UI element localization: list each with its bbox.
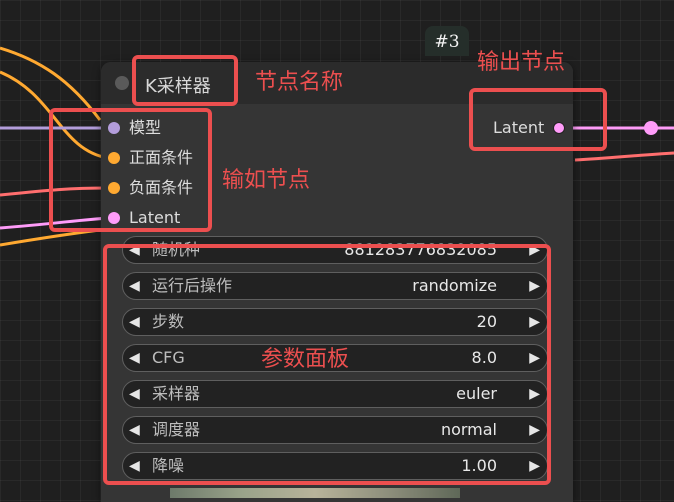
node-id-badge: #3 — [425, 26, 469, 56]
wire-lower-orange — [0, 228, 101, 247]
annotation-output-node: 输出节点 — [477, 50, 566, 75]
annotation-input-node: 输如节点 — [222, 168, 311, 193]
annotation-box-node-name — [132, 55, 238, 106]
collapse-toggle-icon[interactable] — [115, 76, 129, 90]
annotation-param-panel: 参数面板 — [261, 347, 350, 372]
wire-red-out — [574, 151, 674, 162]
wire-reroute-dot — [644, 121, 658, 135]
annotation-node-name: 节点名称 — [255, 70, 344, 95]
image-preview — [170, 488, 460, 498]
annotation-box-output — [469, 88, 607, 151]
annotation-box-inputs — [49, 108, 212, 232]
